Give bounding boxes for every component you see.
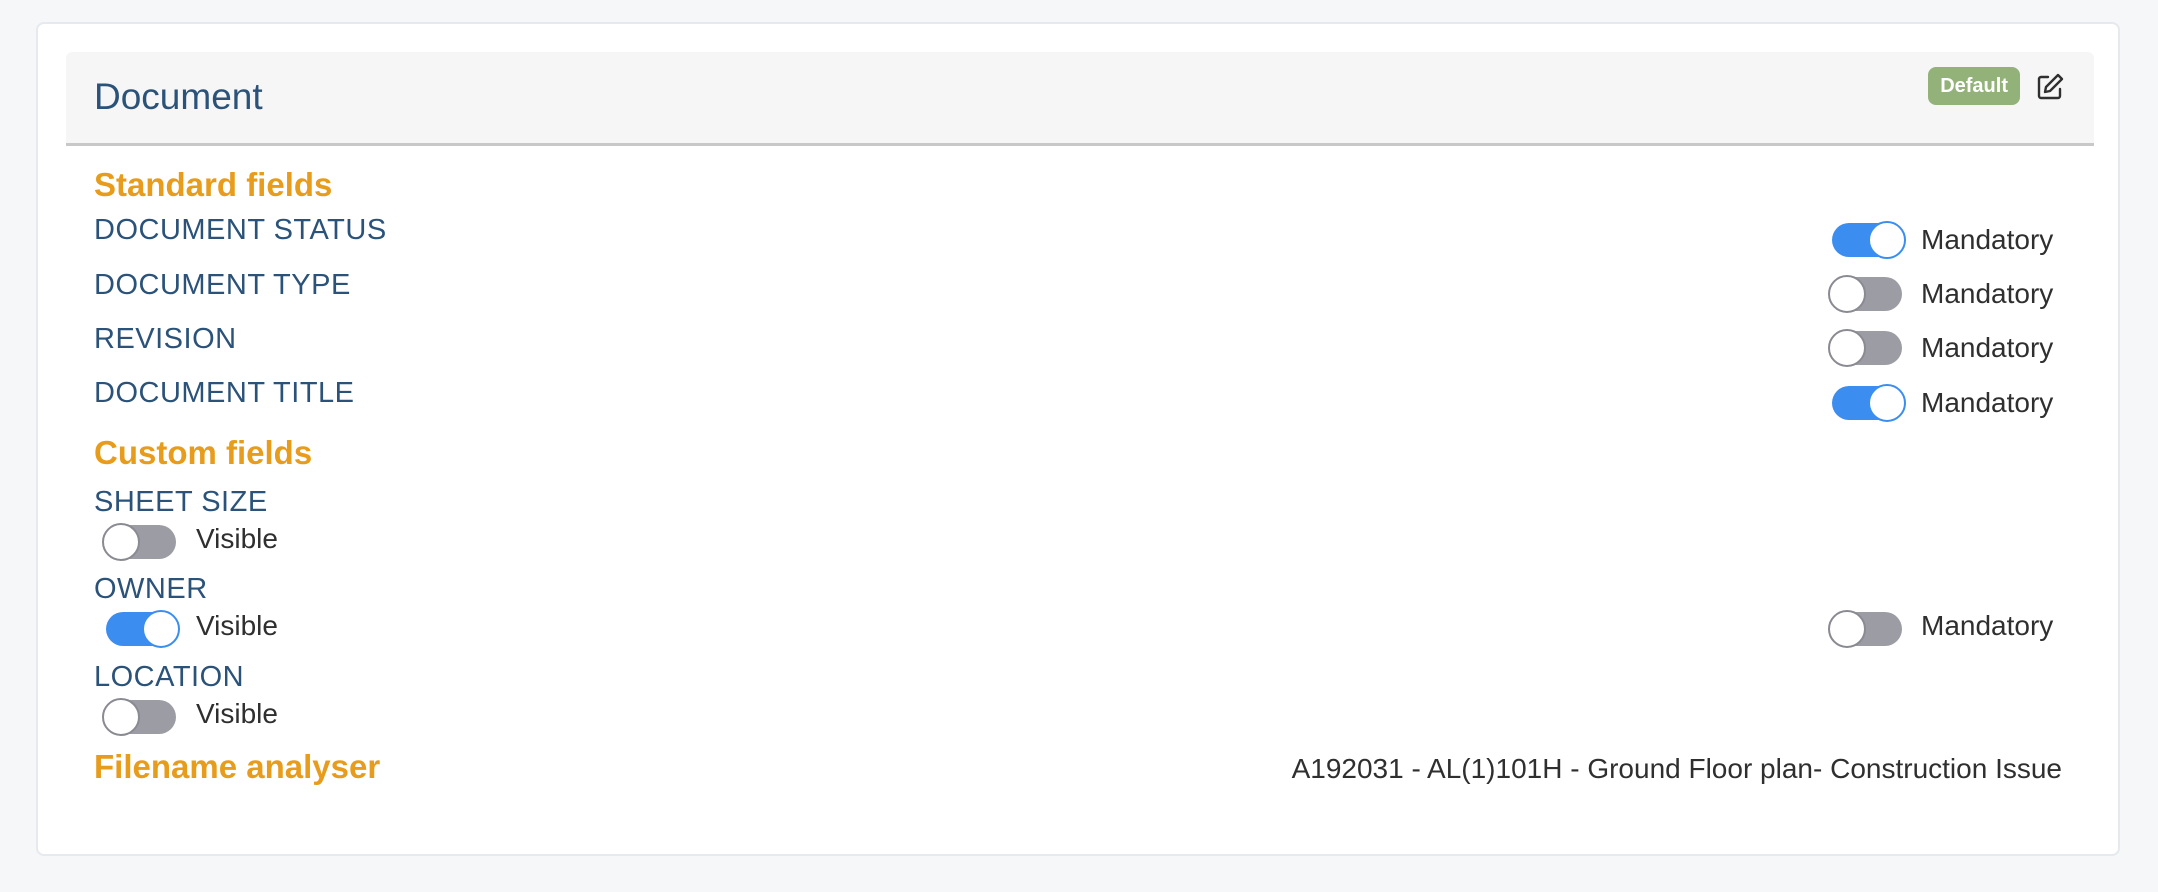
toggle-knob: [142, 610, 180, 648]
owner-visible-label[interactable]: Visible: [196, 610, 278, 642]
document-title-mandatory-toggle[interactable]: [1832, 384, 1906, 422]
owner-mandatory-label[interactable]: Mandatory: [1921, 610, 2053, 642]
field-label-owner: OWNER: [94, 573, 208, 605]
toggle-knob: [1828, 329, 1866, 367]
card-title: Document: [94, 76, 263, 117]
document-type-mandatory-label[interactable]: Mandatory: [1921, 278, 2053, 310]
toggle-knob: [1828, 275, 1866, 313]
document-status-mandatory-label[interactable]: Mandatory: [1921, 224, 2053, 256]
toggle-knob: [1828, 610, 1866, 648]
card-header: Document Default: [66, 52, 2094, 146]
revision-mandatory-toggle[interactable]: [1828, 329, 1902, 367]
standard-fields-heading: Standard fields: [94, 166, 333, 203]
owner-visible-toggle[interactable]: [106, 610, 180, 648]
sheet-size-visible-label[interactable]: Visible: [196, 523, 278, 555]
toggle-knob: [102, 523, 140, 561]
document-type-mandatory-toggle[interactable]: [1828, 275, 1902, 313]
sheet-size-visible-toggle[interactable]: [102, 523, 176, 561]
field-label-document-type: DOCUMENT TYPE: [94, 269, 351, 301]
edit-icon[interactable]: [2034, 71, 2066, 103]
owner-mandatory-toggle[interactable]: [1828, 610, 1902, 648]
field-label-document-status: DOCUMENT STATUS: [94, 214, 387, 246]
toggle-knob: [1868, 221, 1906, 259]
location-visible-toggle[interactable]: [102, 698, 176, 736]
filename-example-value: A192031 - AL(1)101H - Ground Floor plan-…: [1291, 753, 2062, 784]
document-status-mandatory-toggle[interactable]: [1832, 221, 1906, 259]
toggle-knob: [1868, 384, 1906, 422]
custom-fields-heading: Custom fields: [94, 434, 313, 471]
field-label-document-title: DOCUMENT TITLE: [94, 377, 355, 409]
filename-analyser-heading: Filename analyser: [94, 748, 381, 785]
field-label-sheet-size: SHEET SIZE: [94, 486, 268, 518]
field-label-location: LOCATION: [94, 661, 245, 693]
default-badge: Default: [1928, 67, 2020, 105]
location-visible-label[interactable]: Visible: [196, 698, 278, 730]
document-title-mandatory-label[interactable]: Mandatory: [1921, 387, 2053, 419]
document-settings-card: Document Default Standard fields DOCUMEN…: [36, 22, 2120, 856]
toggle-knob: [102, 698, 140, 736]
revision-mandatory-label[interactable]: Mandatory: [1921, 332, 2053, 364]
field-label-revision: REVISION: [94, 323, 237, 355]
